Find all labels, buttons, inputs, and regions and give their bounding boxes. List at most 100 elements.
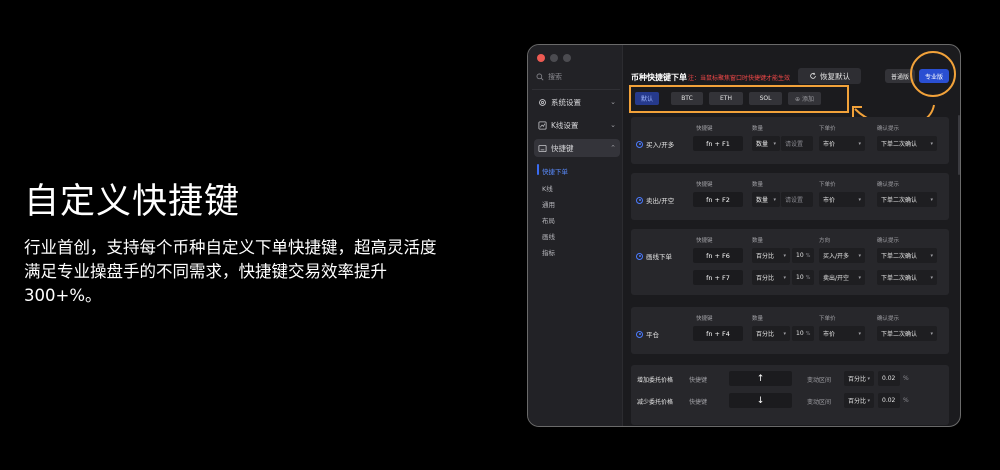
minimize-window-button[interactable]	[550, 54, 558, 62]
col-header-key: 快捷键	[696, 126, 713, 132]
line-direction-select-1[interactable]: 买入/开多 ▾	[819, 248, 865, 263]
close-position-card: 快捷键 数量 下单价 确认提示 平仓 fn + F4 百分比 ▾ 10% 市价 ▾ …	[631, 307, 949, 354]
close-price-select[interactable]: 市价 ▾	[819, 326, 865, 341]
col-header-key: 快捷键	[696, 238, 713, 244]
increase-key-input[interactable]: ↑	[729, 371, 792, 386]
tab-sol[interactable]: SOL	[749, 92, 782, 105]
line-qty-select-1[interactable]: 百分比 ▾	[752, 248, 790, 263]
caret-down-icon: ▾	[867, 397, 870, 404]
restore-default-label: 恢复默认	[820, 71, 850, 81]
radio-icon	[636, 140, 643, 148]
sidebar-item-shortcuts[interactable]: 快捷键 ⌃	[534, 139, 620, 157]
sell-row-label[interactable]: 卖出/开空	[636, 195, 674, 205]
increase-range-unit: %	[903, 375, 909, 382]
sidebar-subitem-drawing[interactable]: 画线	[542, 231, 555, 241]
line-confirm-select-2[interactable]: 下单二次确认 ▾	[877, 270, 937, 285]
radio-icon	[636, 330, 643, 338]
line-qty-input-1[interactable]: 10%	[792, 248, 814, 263]
search-icon	[536, 73, 544, 81]
sidebar: 搜索 系统设置 ⌄ K线设置 ⌄ 快捷键 ⌃ 快捷下单 K线 通用 布局 画线 …	[528, 45, 623, 426]
increase-range-select[interactable]: 百分比 ▾	[844, 371, 874, 386]
caret-down-icon: ▾	[858, 252, 861, 259]
decrease-key-label: 快捷键	[689, 399, 708, 406]
sell-price-select[interactable]: 市价 ▾	[819, 192, 865, 207]
buy-row-label[interactable]: 买入/开多	[636, 139, 674, 149]
line-qty-select-2[interactable]: 百分比 ▾	[752, 270, 790, 285]
close-qty-select[interactable]: 百分比 ▾	[752, 326, 790, 341]
caret-down-icon: ▾	[783, 330, 786, 337]
col-header-key: 快捷键	[696, 182, 713, 188]
sidebar-subitem-quick-order[interactable]: 快捷下单	[537, 164, 568, 176]
buy-confirm-select[interactable]: 下单二次确认 ▾	[877, 136, 937, 151]
app-window: 搜索 系统设置 ⌄ K线设置 ⌄ 快捷键 ⌃ 快捷下单 K线 通用 布局 画线 …	[527, 44, 961, 427]
line-direction-select-2[interactable]: 卖出/开空 ▾	[819, 270, 865, 285]
col-header-qty: 数量	[752, 182, 764, 188]
line-key-input-1[interactable]: fn + F6	[693, 248, 743, 263]
caret-down-icon: ▾	[867, 375, 870, 382]
buy-qty-select[interactable]: 数量 ▾	[752, 136, 780, 151]
main-scrollbar[interactable]	[958, 115, 960, 175]
caret-down-icon: ▾	[930, 140, 933, 147]
tab-add-button[interactable]: ⊕ 添加	[788, 92, 821, 105]
hero-desc-line-1: 行业首创，支持每个币种自定义下单快捷键，超高灵活度	[24, 238, 437, 257]
sidebar-subitem-layout[interactable]: 布局	[542, 215, 555, 225]
sidebar-subitem-indicators[interactable]: 指标	[542, 247, 555, 257]
sidebar-item-system-settings[interactable]: 系统设置 ⌄	[534, 93, 620, 111]
chevron-up-icon: ⌃	[610, 144, 616, 152]
keyboard-icon	[538, 144, 547, 153]
decrease-key-input[interactable]: ↓	[729, 393, 792, 408]
decrease-price-label: 减少委托价格	[637, 399, 674, 406]
page-title: 币种快捷键下单	[631, 73, 687, 82]
sidebar-item-label: K线设置	[551, 120, 579, 130]
increase-range-label: 变动区间	[807, 377, 832, 384]
caret-down-icon: ▾	[858, 140, 861, 147]
caret-down-icon: ▾	[773, 196, 776, 203]
increase-key-label: 快捷键	[689, 377, 708, 384]
tab-btc[interactable]: BTC	[671, 92, 703, 105]
sell-qty-input[interactable]: 请设置	[781, 192, 813, 207]
refresh-icon	[810, 72, 816, 79]
close-confirm-select[interactable]: 下单二次确认 ▾	[877, 326, 937, 341]
sell-confirm-select[interactable]: 下单二次确认 ▾	[877, 192, 937, 207]
col-header-qty: 数量	[752, 126, 764, 132]
sidebar-subitem-kline[interactable]: K线	[542, 183, 553, 193]
sidebar-subitem-general[interactable]: 通用	[542, 199, 555, 209]
decrease-range-unit: %	[903, 397, 909, 404]
hero-desc-line-2: 满足专业操盘手的不同需求，快捷键交易效率提升	[24, 262, 387, 281]
line-qty-input-2[interactable]: 10%	[792, 270, 814, 285]
gear-icon	[538, 98, 547, 107]
buy-key-input[interactable]: fn + F1	[693, 136, 743, 151]
col-header-confirm: 确认提示	[877, 238, 900, 244]
radio-icon	[636, 252, 643, 260]
col-header-key: 快捷键	[696, 316, 713, 322]
decrease-range-select[interactable]: 百分比 ▾	[844, 393, 874, 408]
sidebar-item-label: 快捷键	[551, 143, 574, 153]
tab-default[interactable]: 默认	[635, 92, 659, 105]
col-header-direction: 方向	[819, 238, 831, 244]
sell-key-input[interactable]: fn + F2	[693, 192, 743, 207]
caret-down-icon: ▾	[930, 330, 933, 337]
line-confirm-select-1[interactable]: 下单二次确认 ▾	[877, 248, 937, 263]
close-row-label[interactable]: 平仓	[636, 329, 659, 339]
caret-down-icon: ▾	[930, 196, 933, 203]
maximize-window-button[interactable]	[563, 54, 571, 62]
caret-down-icon: ▾	[773, 140, 776, 147]
line-key-input-2[interactable]: fn + F7	[693, 270, 743, 285]
close-window-button[interactable]	[537, 54, 545, 62]
hero-desc-line-3: 300+%。	[24, 286, 102, 305]
close-key-input[interactable]: fn + F4	[693, 326, 743, 341]
sell-shortcut-card: 快捷键 数量 下单价 确认提示 卖出/开空 fn + F2 数量 ▾ 请设置 市价…	[631, 173, 949, 220]
buy-qty-input[interactable]: 请设置	[781, 136, 813, 151]
increase-range-input[interactable]: 0.02	[878, 371, 900, 386]
buy-price-select[interactable]: 市价 ▾	[819, 136, 865, 151]
search-box[interactable]: 搜索	[536, 69, 620, 85]
line-row-label[interactable]: 画线下单	[636, 251, 672, 261]
decrease-range-input[interactable]: 0.02	[878, 393, 900, 408]
col-header-confirm: 确认提示	[877, 182, 900, 188]
sell-qty-select[interactable]: 数量 ▾	[752, 192, 780, 207]
sidebar-item-kline-settings[interactable]: K线设置 ⌄	[534, 116, 620, 134]
col-header-price: 下单价	[819, 316, 836, 322]
tab-eth[interactable]: ETH	[709, 92, 743, 105]
restore-default-button[interactable]: 恢复默认	[798, 68, 861, 84]
close-qty-input[interactable]: 10%	[792, 326, 814, 341]
